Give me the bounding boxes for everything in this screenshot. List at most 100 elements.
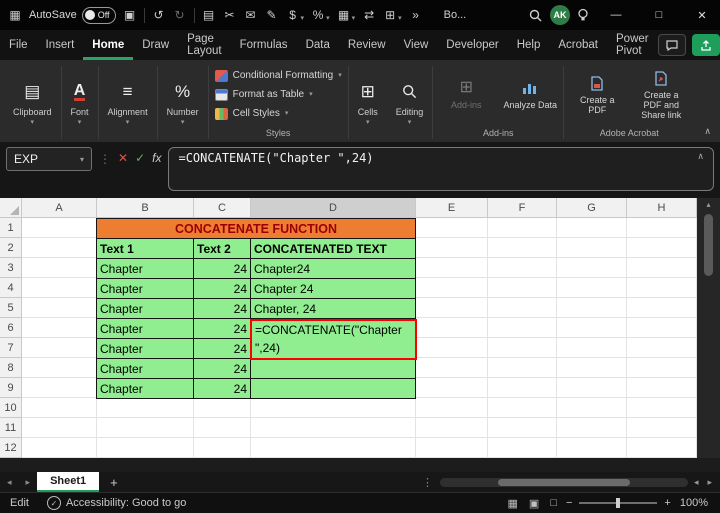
column-header-G[interactable]: G xyxy=(557,198,627,218)
column-header-C[interactable]: C xyxy=(194,198,251,218)
close-button[interactable]: ✕ xyxy=(684,0,720,30)
zoom-level[interactable]: 100% xyxy=(680,497,720,509)
grid-cell-H12[interactable] xyxy=(627,438,697,458)
grid-cell-D12[interactable] xyxy=(251,438,416,458)
create-pdf-share-button[interactable]: Create a PDF and Share link xyxy=(634,69,688,120)
header-cell-result[interactable]: CONCATENATED TEXT xyxy=(251,239,416,259)
column-header-B[interactable]: B xyxy=(97,198,194,218)
grid-cell-G3[interactable] xyxy=(557,258,627,278)
grid-cell-F6[interactable] xyxy=(488,318,557,338)
tab-power-pivot[interactable]: Power Pivot xyxy=(607,30,658,60)
grid-cell-G8[interactable] xyxy=(557,358,627,378)
grid-cell-B12[interactable] xyxy=(97,438,194,458)
sheet-nav-left-icon[interactable]: ◂ xyxy=(0,477,19,488)
cancel-icon[interactable]: ✕ xyxy=(118,151,128,165)
format-as-table-button[interactable]: Format as Table ▾ xyxy=(214,85,313,104)
grid-cell-H7[interactable] xyxy=(627,338,697,358)
tab-insert[interactable]: Insert xyxy=(37,30,84,60)
grid-cell-F1[interactable] xyxy=(488,218,557,238)
grid-cell-A12[interactable] xyxy=(22,438,97,458)
scroll-up-icon[interactable]: ▴ xyxy=(706,200,710,209)
cell-D5[interactable]: Chapter, 24 xyxy=(251,299,416,319)
grid-cell-G1[interactable] xyxy=(557,218,627,238)
new-sheet-button[interactable]: + xyxy=(99,475,129,490)
lightbulb-icon[interactable] xyxy=(577,8,591,22)
header-cell-text2[interactable]: Text 2 xyxy=(194,239,251,259)
grid-cell-F9[interactable] xyxy=(488,378,557,398)
autosave-pill[interactable]: Off xyxy=(81,6,116,24)
zoom-in-icon[interactable]: + xyxy=(664,497,670,509)
addins-button[interactable]: ⊞ Add-ins xyxy=(439,79,493,111)
cell-D9[interactable] xyxy=(251,379,416,399)
zoom-out-icon[interactable]: − xyxy=(566,497,572,509)
accounting-format-button[interactable]: $ ▾ xyxy=(286,8,304,22)
grid-cell-E3[interactable] xyxy=(416,258,488,278)
insert-function-icon[interactable]: fx xyxy=(152,151,161,165)
sheet-nav-right-icon[interactable]: ▸ xyxy=(19,477,38,488)
formula-input[interactable]: =CONCATENATE("Chapter ",24) ∧ xyxy=(168,147,714,191)
sheet-tab-sheet1[interactable]: Sheet1 xyxy=(37,472,100,492)
horizontal-scrollbar[interactable] xyxy=(439,477,688,487)
share-button[interactable] xyxy=(691,34,720,56)
editing-group-button[interactable]: Editing ▾ xyxy=(387,63,433,142)
grid-cell-G7[interactable] xyxy=(557,338,627,358)
grid-cell-F4[interactable] xyxy=(488,278,557,298)
grid-cell-E6[interactable] xyxy=(416,318,488,338)
table-title-cell[interactable]: CONCATENATE FUNCTION xyxy=(97,219,416,239)
grid-cell-E5[interactable] xyxy=(416,298,488,318)
normal-view-icon[interactable]: ▦ xyxy=(508,497,518,510)
active-edit-cell[interactable]: =CONCATENATE("Chapter ",24) xyxy=(250,319,417,360)
save-icon[interactable]: ▣ xyxy=(123,8,137,22)
column-header-F[interactable]: F xyxy=(488,198,557,218)
comments-button[interactable] xyxy=(657,34,686,56)
more-commands-icon[interactable]: » xyxy=(409,8,423,22)
grid-cell-G10[interactable] xyxy=(557,398,627,418)
vertical-scrollbar[interactable]: ▴ xyxy=(697,198,720,458)
grid-cell-C12[interactable] xyxy=(194,438,251,458)
row-header-2[interactable]: 2 xyxy=(0,238,22,258)
grid-cell-D10[interactable] xyxy=(251,398,416,418)
grid-cell-F10[interactable] xyxy=(488,398,557,418)
grid-cell-A10[interactable] xyxy=(22,398,97,418)
row-header-5[interactable]: 5 xyxy=(0,298,22,318)
borders-button[interactable]: ⊞ ▾ xyxy=(383,8,402,22)
accessibility-status[interactable]: ✓ Accessibility: Good to go xyxy=(39,496,194,510)
cell-C3[interactable]: 24 xyxy=(194,259,251,279)
grid-cell-C11[interactable] xyxy=(194,418,251,438)
row-header-8[interactable]: 8 xyxy=(0,358,22,378)
enter-icon[interactable]: ✓ xyxy=(135,151,145,165)
cell-B4[interactable]: Chapter xyxy=(97,279,194,299)
cell-C9[interactable]: 24 xyxy=(194,379,251,399)
select-all-corner[interactable] xyxy=(0,198,22,218)
grid-cell-H3[interactable] xyxy=(627,258,697,278)
grid-cell-H5[interactable] xyxy=(627,298,697,318)
document-title[interactable]: Bo... xyxy=(444,9,467,21)
cell-B8[interactable]: Chapter xyxy=(97,359,194,379)
cell-C5[interactable]: 24 xyxy=(194,299,251,319)
copy-icon[interactable]: ▤ xyxy=(202,8,216,22)
grid-cell-G2[interactable] xyxy=(557,238,627,258)
switch-windows-icon[interactable]: ⇄ xyxy=(362,8,376,22)
grid-cell-E8[interactable] xyxy=(416,358,488,378)
tab-scroll-splitter-icon[interactable]: ⋮ xyxy=(415,476,440,489)
grid-cell-G11[interactable] xyxy=(557,418,627,438)
grid-cell-F5[interactable] xyxy=(488,298,557,318)
cell-D3[interactable]: Chapter24 xyxy=(251,259,416,279)
grid-cell-E2[interactable] xyxy=(416,238,488,258)
grid-cell-G4[interactable] xyxy=(557,278,627,298)
grid-cell-H2[interactable] xyxy=(627,238,697,258)
cell-D8[interactable] xyxy=(251,359,416,379)
cell-styles-button[interactable]: Cell Styles ▾ xyxy=(214,104,288,123)
grid-cell-A1[interactable] xyxy=(22,218,97,238)
grid-cell-B11[interactable] xyxy=(97,418,194,438)
grid-cell-H9[interactable] xyxy=(627,378,697,398)
tab-help[interactable]: Help xyxy=(508,30,550,60)
grid-cell-E4[interactable] xyxy=(416,278,488,298)
horizontal-scroll-thumb[interactable] xyxy=(497,478,630,486)
tab-review[interactable]: Review xyxy=(339,30,395,60)
grid-cell-A3[interactable] xyxy=(22,258,97,278)
tab-file[interactable]: File xyxy=(0,30,37,60)
clipboard-group-button[interactable]: ▤ Clipboard ▾ xyxy=(4,63,61,142)
merge-cells-button[interactable]: ▦ ▾ xyxy=(337,8,355,22)
grid-cell-H11[interactable] xyxy=(627,418,697,438)
